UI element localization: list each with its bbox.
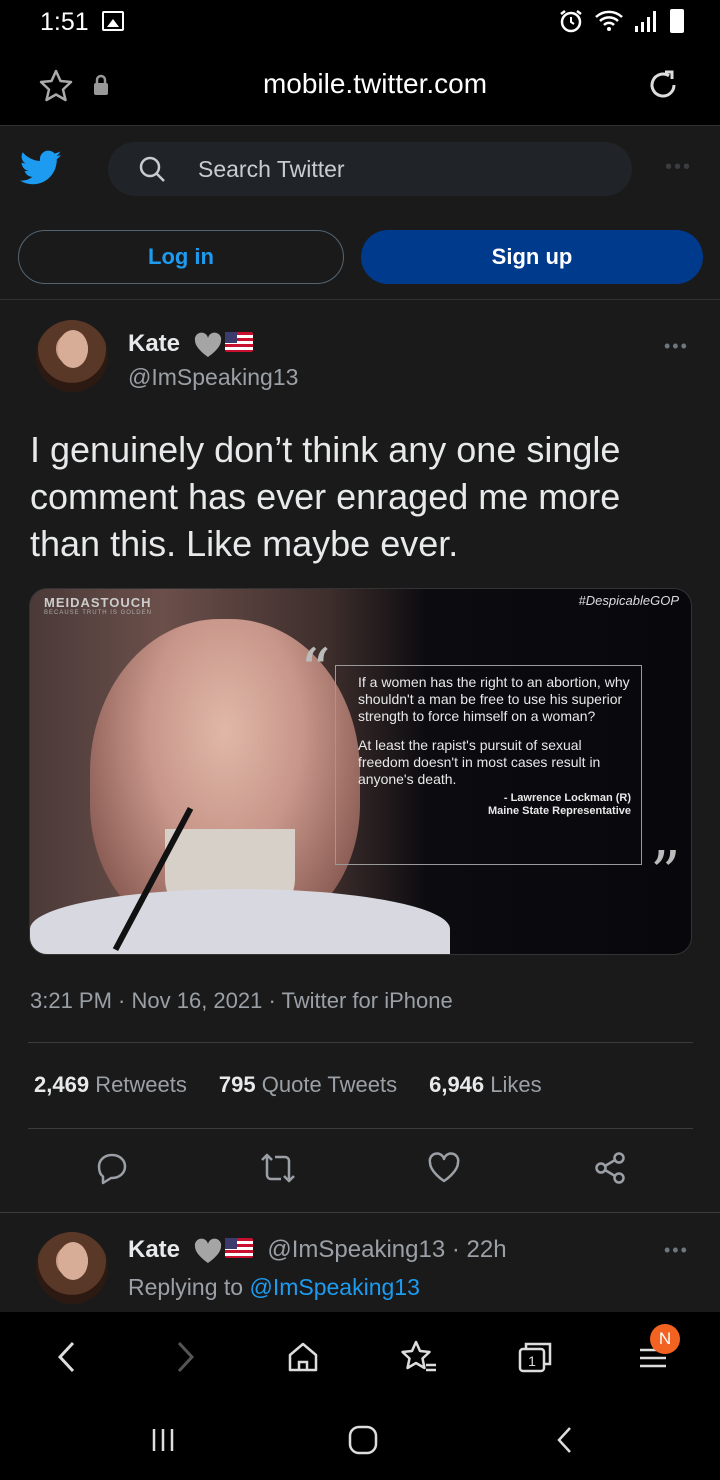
signup-button[interactable]: Sign up xyxy=(361,230,703,284)
avatar[interactable] xyxy=(36,320,108,392)
back-arrow-icon xyxy=(557,1427,571,1453)
gray-heart-icon xyxy=(194,1238,221,1263)
home-circle-icon xyxy=(348,1425,378,1455)
status-time: 1:51 xyxy=(40,8,89,36)
twitter-header: Search Twitter ••• xyxy=(0,126,720,214)
search-icon xyxy=(139,156,165,182)
name-emojis xyxy=(193,1237,253,1264)
home-nav-button[interactable] xyxy=(338,1420,388,1460)
retweet-button[interactable] xyxy=(258,1148,298,1188)
likes-label: Likes xyxy=(490,1072,542,1097)
tabs-icon: 1 xyxy=(518,1342,552,1373)
author-handle[interactable]: @ImSpeaking13 xyxy=(128,364,298,391)
tabs-button[interactable]: 1 xyxy=(510,1332,560,1382)
replying-to-link[interactable]: @ImSpeaking13 xyxy=(249,1274,419,1300)
bookmarks-button[interactable] xyxy=(394,1332,444,1382)
url-text[interactable]: mobile.twitter.com xyxy=(0,68,720,100)
divider xyxy=(28,1128,693,1129)
twitter-bird-icon[interactable] xyxy=(20,150,62,186)
tabs-count: 1 xyxy=(528,1353,536,1369)
browser-url-bar: mobile.twitter.com xyxy=(0,44,720,126)
search-input[interactable]: Search Twitter xyxy=(108,142,632,196)
share-icon xyxy=(595,1152,625,1184)
retweets-count: 2,469 xyxy=(34,1072,90,1097)
likes-count: 6,946 xyxy=(429,1072,485,1097)
image-quote-attribution: - Lawrence Lockman (R) Maine State Repre… xyxy=(358,792,631,818)
tweet-more-icon[interactable]: ••• xyxy=(664,336,689,357)
star-list-icon xyxy=(401,1340,436,1372)
divider xyxy=(0,1212,720,1213)
reply-avatar[interactable] xyxy=(36,1232,108,1304)
gray-heart-icon xyxy=(194,332,221,357)
browser-toolbar: 1 N xyxy=(0,1312,720,1402)
recents-icon xyxy=(152,1429,174,1451)
alarm-icon xyxy=(560,10,582,33)
image-person-shirt xyxy=(30,889,450,954)
image-hashtag: #DespicableGOP xyxy=(578,593,679,608)
signal-icon xyxy=(635,11,656,32)
quotes-count: 795 xyxy=(218,1072,256,1097)
image-quote-box: If a women has the right to an abortion,… xyxy=(335,665,642,865)
tweet-actions xyxy=(0,1148,720,1198)
us-flag-icon xyxy=(224,331,253,352)
attribution-title: Maine State Representative xyxy=(487,805,631,817)
quotes-label: Quote Tweets xyxy=(261,1072,398,1097)
gallery-notification-icon xyxy=(102,11,124,31)
menu-notification-badge: N xyxy=(650,1324,680,1354)
back-button[interactable] xyxy=(42,1332,92,1382)
battery-icon xyxy=(670,9,684,33)
image-quote-paragraph: If a women has the right to an abortion,… xyxy=(358,674,630,724)
search-placeholder: Search Twitter xyxy=(198,156,345,182)
tweet-image[interactable]: MEIDASTOUCH BECAUSE TRUTH IS GOLDEN #Des… xyxy=(29,588,692,955)
retweets-label: Retweets xyxy=(95,1072,187,1097)
recents-button[interactable] xyxy=(138,1420,188,1460)
status-bar: 1:51 xyxy=(0,0,720,44)
divider xyxy=(28,1042,693,1043)
tweet-stats: 2,469 Retweets 795 Quote Tweets 6,946 Li… xyxy=(34,1072,542,1098)
wifi-icon xyxy=(595,10,623,31)
chevron-left-icon xyxy=(57,1341,75,1373)
tweet-text: I genuinely don’t think any one single c… xyxy=(30,429,621,564)
reply-author-row[interactable]: Kate @ImSpeaking13 · 22h xyxy=(128,1236,507,1264)
replying-prefix: Replying to xyxy=(128,1274,244,1300)
reply-icon xyxy=(97,1153,127,1185)
author-name: Kate xyxy=(128,330,181,357)
back-nav-button[interactable] xyxy=(540,1420,590,1460)
reply-handle-time: @ImSpeaking13 · 22h xyxy=(267,1236,507,1263)
home-icon xyxy=(288,1342,318,1372)
likes-stat[interactable]: 6,946 Likes xyxy=(429,1072,542,1098)
share-button[interactable] xyxy=(590,1148,630,1188)
image-brand-logo: MEIDASTOUCH xyxy=(44,595,152,610)
image-brand-tagline: BECAUSE TRUTH IS GOLDEN xyxy=(44,610,152,616)
author-name-row[interactable]: Kate xyxy=(128,330,253,358)
us-flag-icon xyxy=(224,1237,253,1258)
like-button[interactable] xyxy=(424,1148,464,1188)
login-button[interactable]: Log in xyxy=(18,230,344,284)
forward-button[interactable] xyxy=(160,1332,210,1382)
left-quote-mark: “ xyxy=(300,636,331,706)
quotes-stat[interactable]: 795 Quote Tweets xyxy=(219,1072,397,1098)
header-more-icon[interactable]: ••• xyxy=(665,156,692,179)
chevron-right-icon xyxy=(177,1341,195,1373)
right-quote-mark: ” xyxy=(650,839,681,909)
image-quote-paragraph: At least the rapist's pursuit of sexual … xyxy=(358,737,601,787)
retweet-icon xyxy=(261,1153,295,1183)
heart-icon xyxy=(428,1152,460,1183)
tweet-timestamp[interactable]: 3:21 PM · Nov 16, 2021 · Twitter for iPh… xyxy=(30,988,453,1014)
system-nav-bar xyxy=(0,1402,720,1480)
attribution-name: - Lawrence Lockman (R) xyxy=(503,792,631,804)
reload-icon[interactable] xyxy=(644,66,682,104)
status-icons xyxy=(558,8,684,34)
home-button[interactable] xyxy=(278,1332,328,1382)
auth-bar: Log in Sign up xyxy=(0,214,720,300)
replying-to: Replying to @ImSpeaking13 xyxy=(128,1274,420,1301)
tweet-detail: Kate @ImSpeaking13 ••• I genuinely don’t… xyxy=(0,300,720,1312)
reply-author-name: Kate xyxy=(128,1236,181,1263)
name-emojis xyxy=(193,331,253,358)
retweets-stat[interactable]: 2,469 Retweets xyxy=(34,1072,187,1098)
reply-button[interactable] xyxy=(92,1148,132,1188)
reply-more-icon[interactable]: ••• xyxy=(664,1240,689,1261)
